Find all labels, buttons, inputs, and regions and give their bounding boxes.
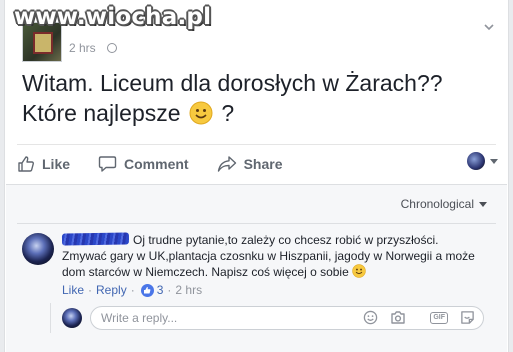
camera-icon[interactable] bbox=[390, 310, 406, 325]
post-as-selector[interactable] bbox=[467, 152, 498, 170]
post-text: Witam. Liceum dla dorosłych w Żarach?? K… bbox=[22, 68, 502, 128]
comment-like-link[interactable]: Like bbox=[62, 283, 84, 297]
post-card: www.wiocha.pl 2 hrs Witam. Liceum dla do… bbox=[4, 0, 509, 352]
comment-reply-link[interactable]: Reply bbox=[96, 283, 127, 297]
reply-tools: GIF bbox=[351, 310, 475, 325]
reply-box[interactable]: GIF bbox=[90, 306, 484, 330]
smiley-emoji-icon bbox=[352, 264, 366, 278]
smiley-emoji-icon bbox=[189, 101, 213, 125]
reaction-count[interactable]: 3 bbox=[157, 283, 164, 297]
divider bbox=[17, 144, 496, 145]
watermark: www.wiocha.pl bbox=[14, 4, 212, 30]
avatar bbox=[467, 152, 485, 170]
gif-icon[interactable]: GIF bbox=[418, 311, 448, 324]
like-button[interactable]: Like bbox=[17, 155, 70, 173]
reply-input[interactable] bbox=[101, 310, 351, 326]
reply-thread-line bbox=[50, 303, 51, 333]
post-actions: Like Comment Share bbox=[17, 146, 496, 182]
comment-label: Comment bbox=[124, 156, 189, 172]
comment-text-line2: Zmywać gary w UK,plantacja czosnku w His… bbox=[62, 249, 475, 263]
comment-text-line3: dom starców w Niemczech. Napisz coś więc… bbox=[62, 265, 349, 279]
comment-text-line1: Oj trudne pytanie,to zależy co chcesz ro… bbox=[133, 233, 439, 247]
commenter-name-redacted[interactable] bbox=[61, 232, 130, 246]
sticker-icon[interactable] bbox=[460, 310, 475, 325]
post-text-line1: Witam. Liceum dla dorosłych w Żarach?? bbox=[22, 70, 443, 96]
comment-body: Oj trudne pytanie,to zależy co chcesz ro… bbox=[61, 232, 492, 280]
comments-section: Chronological Oj trudne pytanie,to zależ… bbox=[6, 184, 507, 352]
caret-down-icon bbox=[479, 201, 487, 207]
commenter-avatar[interactable] bbox=[22, 233, 54, 265]
comment-meta: Like · Reply · 3 · 2 hrs bbox=[62, 283, 203, 297]
post-text-line2: Które najlepsze bbox=[22, 100, 181, 126]
comment-button[interactable]: Comment bbox=[98, 155, 189, 173]
share-label: Share bbox=[243, 156, 283, 172]
share-icon bbox=[217, 156, 236, 172]
comment-timestamp[interactable]: 2 hrs bbox=[175, 283, 202, 297]
sort-label: Chronological bbox=[400, 197, 474, 211]
post-text-qmark: ? bbox=[221, 100, 235, 126]
like-label: Like bbox=[42, 156, 71, 172]
comment-sort-dropdown[interactable]: Chronological bbox=[401, 197, 487, 211]
emoji-icon[interactable] bbox=[363, 310, 378, 325]
divider bbox=[17, 223, 496, 224]
chevron-down-icon[interactable] bbox=[484, 22, 494, 32]
thumbs-up-icon bbox=[18, 156, 34, 172]
like-reaction-icon[interactable] bbox=[140, 283, 154, 297]
globe-icon bbox=[107, 43, 117, 53]
comment-icon bbox=[98, 156, 117, 172]
post-timestamp[interactable]: 2 hrs bbox=[69, 41, 96, 55]
share-button[interactable]: Share bbox=[217, 155, 283, 173]
caret-down-icon bbox=[490, 158, 498, 164]
avatar bbox=[62, 308, 82, 328]
